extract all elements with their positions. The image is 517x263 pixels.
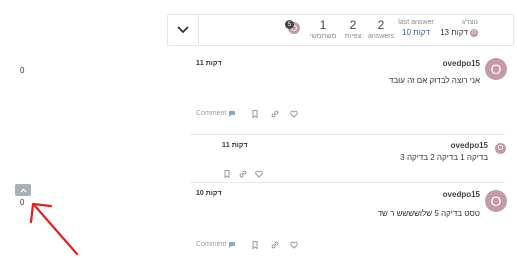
post-1-time[interactable]: 11 דקות [196, 60, 222, 67]
creator-avatar[interactable]: O [470, 28, 478, 37]
heart-icon[interactable] [254, 169, 263, 178]
summary-divider [198, 14, 199, 46]
last-answer-stat[interactable]: last answer 10 דקות [398, 19, 434, 37]
chevron-up-icon [20, 188, 26, 192]
red-arrow-annotation [29, 202, 79, 256]
post-1-comment-button[interactable]: Comment [196, 110, 236, 118]
post-1-vote-count: 0 [20, 66, 25, 75]
link-icon[interactable] [238, 169, 247, 178]
post-3-avatar[interactable]: O [485, 190, 507, 212]
post-1-avatar[interactable]: O [485, 58, 507, 80]
users-label: משתמשי [309, 33, 337, 40]
post-1-username[interactable]: ovedpo15 [436, 59, 480, 68]
post-3-comment-button[interactable]: Comment [196, 241, 236, 249]
reply-1-username[interactable]: ovedpo15 [440, 141, 488, 150]
comment-label: Comment [196, 241, 227, 248]
reply-1-actions [222, 169, 263, 178]
comment-label: Comment [196, 110, 227, 117]
avatar-count-badge: 5 [285, 20, 294, 29]
bookmark-icon[interactable] [222, 169, 231, 178]
last-answer-time[interactable]: 10 דקות [398, 28, 434, 37]
post-1-divider [190, 134, 505, 135]
bookmark-icon[interactable] [250, 240, 259, 249]
reply-divider [190, 182, 505, 183]
post-3-vote-count: 0 [20, 198, 25, 207]
post-3-username[interactable]: ovedpo15 [436, 190, 480, 199]
views-count: 2 [349, 18, 357, 32]
link-icon[interactable] [270, 240, 279, 249]
last-answer-label: last answer [398, 19, 434, 26]
answers-label: answers [367, 33, 395, 40]
post-3-content: טסט בדיקה 5 שלושששש ר שד [377, 209, 480, 218]
users-count: 1 [319, 18, 327, 32]
comment-bubble-icon [229, 241, 236, 248]
bookmark-icon[interactable] [250, 109, 259, 118]
creator-time: 13 דקות [440, 28, 468, 37]
heart-icon[interactable] [289, 240, 298, 249]
users-stat: 1 משתמשי [306, 19, 340, 41]
expand-summary-button[interactable] [168, 15, 198, 45]
chevron-down-icon [177, 26, 189, 34]
answers-stat: 2 answers [366, 19, 396, 41]
link-icon[interactable] [270, 109, 279, 118]
post-3-time[interactable]: 10 דקות [196, 190, 222, 197]
views-stat: 2 צפיות [340, 19, 366, 41]
reply-1-time[interactable]: 11 דקות [222, 142, 248, 149]
comment-bubble-icon [229, 110, 236, 117]
views-label: צפיות [344, 33, 362, 40]
creator-stat: נוצר/ו 13 דקות O [440, 19, 478, 37]
reply-1-content: בדיקה 1 בדיקה 2 בדיקה 3 [400, 153, 488, 162]
creator-label: נוצר/ו [462, 19, 478, 26]
reply-1-avatar[interactable]: O [495, 143, 506, 154]
upvote-button[interactable] [15, 184, 31, 196]
post-1-actions: Comment [196, 109, 298, 118]
heart-icon[interactable] [289, 109, 298, 118]
answers-count: 2 [377, 18, 385, 32]
post-1-content: אני רוצה לבדוק אם זה עובד [388, 76, 480, 85]
post-3-actions: Comment [196, 240, 298, 249]
